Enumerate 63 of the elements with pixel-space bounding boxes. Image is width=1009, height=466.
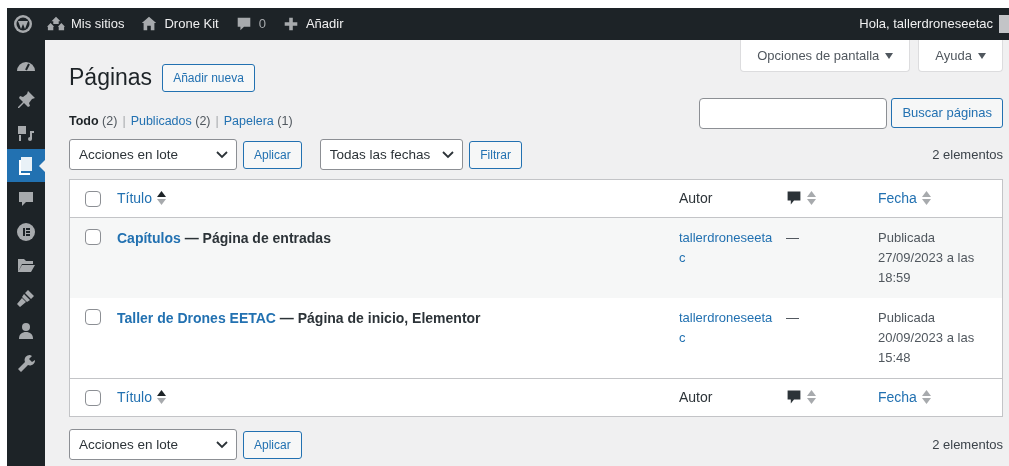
post-date: 20/09/2023 a las 15:48 [878,328,976,367]
chevron-icon [442,150,455,159]
caret-icon [978,52,986,59]
sort-link[interactable]: Título [117,187,166,209]
user-icon[interactable] [16,320,36,341]
comments-sort-link[interactable] [786,389,816,406]
comment-icon [786,389,802,406]
comment-count: — [786,228,799,247]
checkbox[interactable] [84,308,101,325]
chevron-icon [216,150,228,159]
sort-link[interactable]: Título [117,386,166,408]
checkbox[interactable] [84,190,101,207]
view-link[interactable]: Papelera (1) [223,112,293,131]
apply-button[interactable]: Aplicar [243,430,302,459]
page-title: Capítulos — Página de entradas [117,229,331,246]
comment-count: — [786,308,799,327]
logo-icon[interactable] [13,14,33,34]
item-count: 2 elementos [932,436,1003,454]
screen-options-tab[interactable]: Opciones de pantalla [740,40,911,72]
sort-link[interactable]: Fecha [878,386,931,408]
add-new-button[interactable]: Añadir nueva [162,64,255,92]
search-field[interactable] [699,98,888,129]
dropdown[interactable]: Acciones en lote [69,139,237,171]
view-link[interactable]: Publicados (2) [130,112,211,131]
new-link[interactable]: Añadir [273,8,352,40]
comments-sort-link[interactable] [786,190,816,207]
caret-icon [885,52,894,59]
circle-icon[interactable] [16,221,36,242]
sort-link[interactable]: Fecha [878,187,931,209]
column-heading: Autor [679,189,713,206]
comment-icon [786,190,802,207]
brush-icon[interactable] [16,287,36,308]
author-link[interactable]: tallerdroneseetac [679,227,773,268]
apply-button[interactable]: Aplicar [243,140,302,169]
search-button[interactable]: Buscar páginas [891,98,1003,128]
post-status: Publicada [878,228,937,247]
help-tab[interactable]: Ayuda [918,40,1003,72]
home-icon [140,15,159,33]
page-title: Taller de Drones EETAC — Página de inicio, Elementor [117,309,481,326]
pin-icon[interactable] [16,89,36,110]
filter-button[interactable]: Filtrar [469,140,522,169]
page-heading: Páginas [69,64,153,92]
page-title-link[interactable]: Capítulos [117,229,181,246]
separator: | [122,113,126,130]
chevron-icon [216,440,228,449]
checkbox[interactable] [84,228,101,245]
separator: | [215,113,219,130]
author-link[interactable]: tallerdroneseetac [679,307,773,348]
item-count: 2 elementos [932,146,1003,164]
post-date: 27/09/2023 a las 18:59 [878,248,976,287]
page-title-link[interactable]: Taller de Drones EETAC [117,309,276,326]
column-heading: Autor [679,388,713,405]
dropdown[interactable]: Todas las fechas [319,139,464,171]
post-status: Publicada [878,308,937,327]
greeting-link[interactable]: Hola, tallerdroneseetac [859,14,993,34]
checkbox[interactable] [84,389,101,406]
dropdown[interactable]: Acciones en lote [69,429,237,461]
comments-link[interactable]: 0 [226,8,274,40]
site-link[interactable]: Drone Kit [132,8,227,40]
view-link[interactable]: Todo (2) [69,112,118,131]
sites-link[interactable]: Mis sitios [39,8,133,40]
wrench-icon[interactable] [16,353,36,374]
houses-icon [47,15,65,33]
